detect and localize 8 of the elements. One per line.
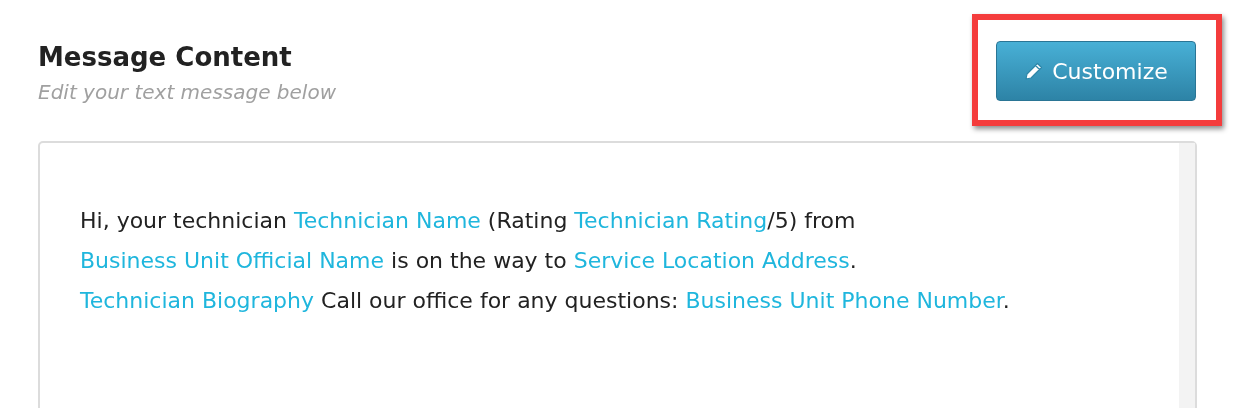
section-title: Message Content <box>38 42 293 72</box>
customize-button[interactable]: Customize <box>996 41 1196 101</box>
message-line: Hi, your technician Technician Name (Rating Technician Rating/5) from <box>80 207 857 235</box>
pencil-icon <box>1024 61 1045 81</box>
message-editor[interactable] <box>38 141 1197 408</box>
message-line: Business Unit Official Name is on the way to Service Location Address. <box>80 247 858 275</box>
section-subtitle: Edit your text message below <box>38 80 336 104</box>
message-line: Technician Biography Call our office for any questions: Business Unit Phone Number. <box>80 287 1010 315</box>
